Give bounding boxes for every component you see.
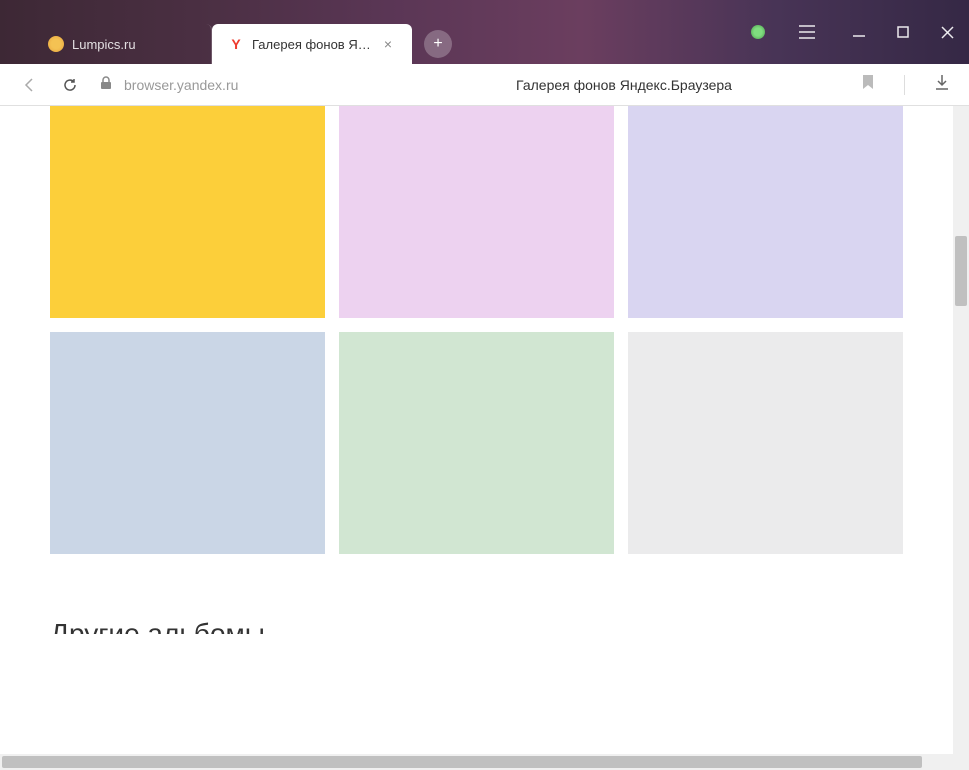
- maximize-icon: [897, 26, 909, 38]
- tabs-container: Lumpics.ru Y Галерея фонов Яндекс × +: [32, 0, 452, 64]
- browser-window: Lumpics.ru Y Галерея фонов Яндекс × +: [0, 0, 969, 770]
- favicon-lumpics: [48, 36, 64, 52]
- gallery-item-grey[interactable]: [628, 332, 903, 554]
- arrow-left-icon: [22, 77, 38, 93]
- tab-yandex-gallery[interactable]: Y Галерея фонов Яндекс ×: [212, 24, 412, 64]
- address-bar-right: [862, 74, 949, 95]
- bookmark-icon: [862, 74, 874, 90]
- content-area: Другие альбомы: [0, 106, 953, 754]
- titlebar: Lumpics.ru Y Галерея фонов Яндекс × +: [0, 0, 969, 64]
- tab-title-lumpics: Lumpics.ru: [72, 37, 195, 52]
- close-window-button[interactable]: [925, 10, 969, 54]
- hamburger-icon: [799, 25, 815, 39]
- close-tab-icon[interactable]: ×: [380, 36, 396, 52]
- gallery-item-lavender[interactable]: [628, 106, 903, 318]
- reload-button[interactable]: [60, 75, 80, 95]
- tab-title-yandex: Галерея фонов Яндекс: [252, 37, 372, 52]
- page-title: Галерея фонов Яндекс.Браузера: [406, 77, 842, 93]
- plus-icon: +: [433, 35, 442, 53]
- download-icon: [935, 74, 949, 90]
- address-bar: browser.yandex.ru Галерея фонов Яндекс.Б…: [0, 64, 969, 106]
- gallery-item-pink[interactable]: [339, 106, 614, 318]
- gallery-item-blue[interactable]: [50, 332, 325, 554]
- content-wrapper: Другие альбомы: [0, 106, 969, 754]
- tab-lumpics[interactable]: Lumpics.ru: [32, 24, 212, 64]
- maximize-button[interactable]: [881, 10, 925, 54]
- menu-button[interactable]: [785, 10, 829, 54]
- gallery-item-green[interactable]: [339, 332, 614, 554]
- horizontal-scrollbar[interactable]: [0, 754, 969, 770]
- downloads-button[interactable]: [935, 74, 949, 95]
- divider: [904, 75, 905, 95]
- section-title: Другие альбомы: [0, 568, 953, 634]
- minimize-icon: [853, 26, 865, 38]
- reload-icon: [62, 77, 78, 93]
- minimize-button[interactable]: [837, 10, 881, 54]
- vertical-scrollbar-thumb[interactable]: [955, 236, 967, 306]
- favicon-yandex: Y: [228, 36, 244, 52]
- back-button[interactable]: [20, 75, 40, 95]
- url-text: browser.yandex.ru: [124, 77, 238, 93]
- extension-indicator-icon[interactable]: [751, 25, 765, 39]
- gallery-item-yellow[interactable]: [50, 106, 325, 318]
- gallery-grid: [0, 106, 953, 568]
- bookmark-button[interactable]: [862, 74, 874, 95]
- new-tab-button[interactable]: +: [424, 30, 452, 58]
- vertical-scrollbar[interactable]: [953, 106, 969, 754]
- window-controls: [751, 0, 969, 64]
- horizontal-scrollbar-thumb[interactable]: [2, 756, 922, 768]
- close-icon: [941, 26, 954, 39]
- lock-icon: [100, 76, 112, 93]
